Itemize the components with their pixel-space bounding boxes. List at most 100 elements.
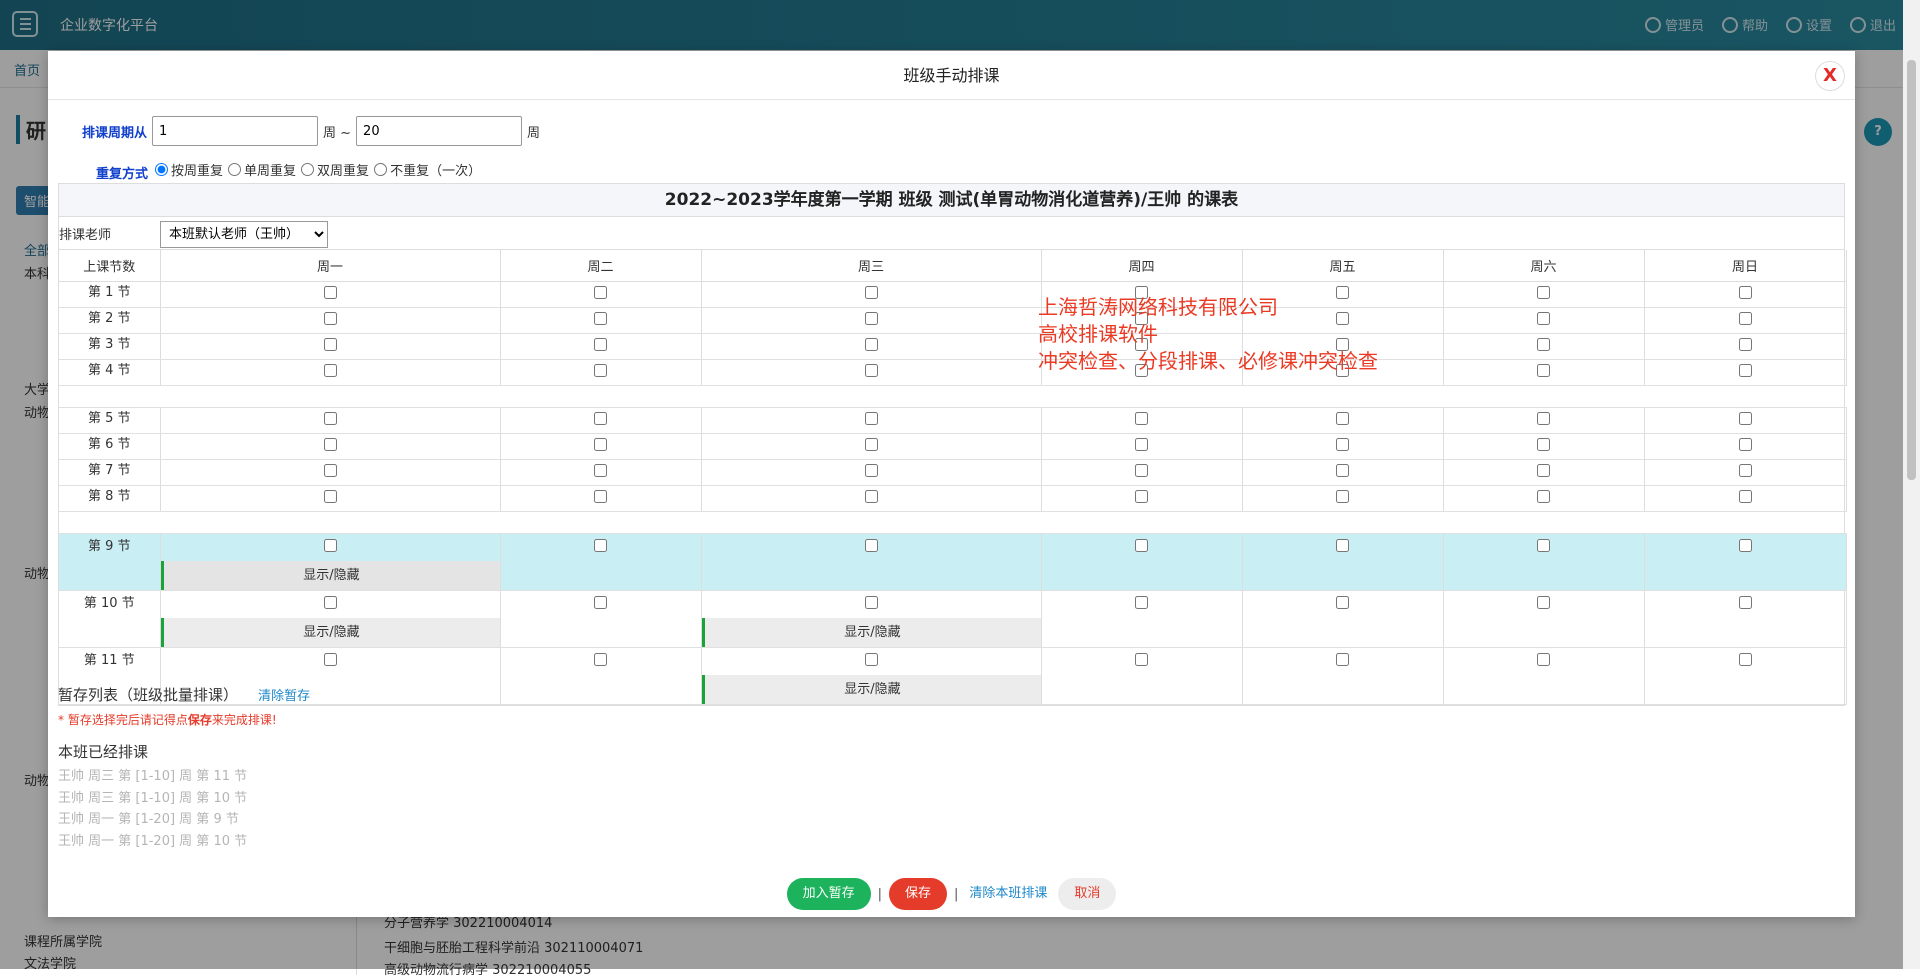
slot-checkbox[interactable] (1135, 285, 1148, 299)
slot-checkbox[interactable] (323, 337, 337, 351)
slot-checkbox[interactable] (1135, 652, 1148, 666)
slot-checkbox[interactable] (1537, 489, 1550, 503)
repeat-once-radio[interactable] (374, 163, 388, 176)
week-from-input[interactable] (152, 116, 319, 146)
slot-checkbox[interactable] (594, 363, 607, 377)
teacher-select[interactable]: 本班默认老师（王帅） (160, 221, 328, 248)
slot-checkbox[interactable] (1336, 311, 1349, 325)
slot-checkbox[interactable] (1738, 337, 1752, 351)
slot-checkbox[interactable] (594, 538, 607, 552)
slot-checkbox[interactable] (1135, 337, 1148, 351)
slot-checkbox[interactable] (1336, 411, 1349, 425)
slot-checkbox[interactable] (323, 411, 337, 425)
slot-checkbox[interactable] (323, 285, 337, 299)
slot-checkbox[interactable] (1537, 337, 1550, 351)
slot-checkbox[interactable] (1738, 595, 1752, 609)
show-hide-toggle[interactable]: 显示/隐藏 (160, 560, 500, 590)
slot-checkbox[interactable] (864, 411, 878, 425)
slot-checkbox[interactable] (864, 595, 878, 609)
slot-checkbox[interactable] (1336, 652, 1349, 666)
slot-checkbox[interactable] (594, 463, 607, 477)
slot-checkbox[interactable] (1738, 538, 1752, 552)
slot-checkbox[interactable] (1738, 489, 1752, 503)
slot-checkbox[interactable] (864, 489, 878, 503)
repeat-weekly-option[interactable]: 按周重复 (155, 160, 223, 179)
slot-checkbox[interactable] (1738, 363, 1752, 377)
slot-checkbox[interactable] (323, 437, 337, 451)
slot-checkbox[interactable] (1537, 595, 1550, 609)
slot-checkbox[interactable] (864, 538, 878, 552)
slot-checkbox[interactable] (323, 363, 337, 377)
slot-checkbox[interactable] (1738, 411, 1752, 425)
show-hide-toggle[interactable]: 显示/隐藏 (701, 617, 1041, 647)
slot-checkbox[interactable] (1537, 437, 1550, 451)
show-hide-toggle[interactable]: 显示/隐藏 (701, 674, 1041, 704)
slot-checkbox[interactable] (323, 489, 337, 503)
slot-checkbox[interactable] (1336, 595, 1349, 609)
slot-checkbox[interactable] (1135, 363, 1148, 377)
slot-checkbox[interactable] (864, 363, 878, 377)
slot-checkbox[interactable] (1336, 337, 1349, 351)
save-button[interactable]: 保存 (888, 878, 947, 910)
slot-checkbox[interactable] (323, 463, 337, 477)
slot-checkbox[interactable] (594, 652, 607, 666)
slot-checkbox[interactable] (1738, 311, 1752, 325)
slot-checkbox[interactable] (864, 337, 878, 351)
slot-checkbox[interactable] (594, 595, 607, 609)
slot-checkbox[interactable] (1537, 285, 1550, 299)
slot-checkbox[interactable] (1135, 463, 1148, 477)
slot-checkbox[interactable] (864, 463, 878, 477)
slot-checkbox[interactable] (864, 311, 878, 325)
slot-checkbox[interactable] (594, 411, 607, 425)
slot-checkbox[interactable] (323, 595, 337, 609)
slot-checkbox[interactable] (323, 652, 337, 666)
clear-class-button[interactable]: 清除本班排课 (965, 878, 1051, 910)
slot-checkbox[interactable] (1135, 311, 1148, 325)
repeat-even-option[interactable]: 双周重复 (301, 160, 369, 179)
slot-checkbox[interactable] (594, 437, 607, 451)
slot-checkbox[interactable] (1738, 437, 1752, 451)
repeat-odd-option[interactable]: 单周重复 (228, 160, 296, 179)
slot-checkbox[interactable] (1336, 489, 1349, 503)
slot-checkbox[interactable] (1336, 285, 1349, 299)
slot-checkbox[interactable] (1537, 311, 1550, 325)
slot-checkbox[interactable] (1738, 652, 1752, 666)
repeat-even-radio[interactable] (301, 163, 315, 176)
slot-checkbox[interactable] (1738, 285, 1752, 299)
slot-checkbox[interactable] (594, 337, 607, 351)
slot-checkbox[interactable] (1336, 538, 1349, 552)
slot-checkbox[interactable] (1537, 652, 1550, 666)
slot-checkbox[interactable] (1336, 363, 1349, 377)
slot-checkbox[interactable] (864, 285, 878, 299)
page-scrollbar[interactable] (1903, 0, 1920, 969)
slot-checkbox[interactable] (1135, 489, 1148, 503)
week-to-input[interactable] (356, 116, 523, 146)
slot-checkbox[interactable] (594, 285, 607, 299)
slot-checkbox[interactable] (1738, 463, 1752, 477)
cancel-button[interactable]: 取消 (1058, 878, 1117, 910)
slot-checkbox[interactable] (1537, 363, 1550, 377)
close-button[interactable]: X (1815, 61, 1845, 91)
slot-checkbox[interactable] (1336, 437, 1349, 451)
slot-checkbox[interactable] (1537, 411, 1550, 425)
repeat-weekly-radio[interactable] (155, 163, 169, 176)
slot-checkbox[interactable] (864, 652, 878, 666)
slot-checkbox[interactable] (323, 538, 337, 552)
slot-checkbox[interactable] (594, 311, 607, 325)
scrollbar-thumb[interactable] (1907, 60, 1916, 480)
slot-checkbox[interactable] (1135, 538, 1148, 552)
clear-staging-link[interactable]: 清除暂存 (258, 689, 310, 704)
slot-checkbox[interactable] (594, 489, 607, 503)
slot-checkbox[interactable] (1336, 463, 1349, 477)
slot-checkbox[interactable] (323, 311, 337, 325)
repeat-odd-radio[interactable] (228, 163, 242, 176)
slot-checkbox[interactable] (864, 437, 878, 451)
slot-checkbox[interactable] (1135, 411, 1148, 425)
add-staging-button[interactable]: 加入暂存 (786, 878, 871, 910)
slot-checkbox[interactable] (1537, 463, 1550, 477)
slot-checkbox[interactable] (1135, 595, 1148, 609)
show-hide-toggle[interactable]: 显示/隐藏 (160, 617, 500, 647)
repeat-once-option[interactable]: 不重复（一次） (374, 160, 481, 179)
slot-checkbox[interactable] (1135, 437, 1148, 451)
slot-checkbox[interactable] (1537, 538, 1550, 552)
